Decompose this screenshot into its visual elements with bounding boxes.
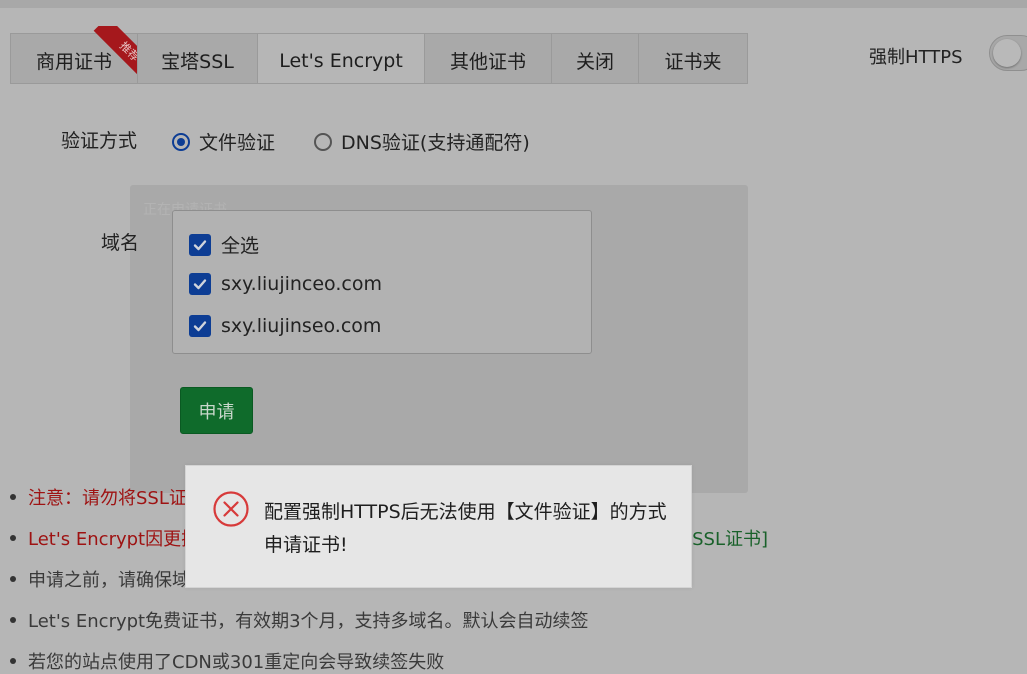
checkbox-domain-2[interactable]: sxy.liujinseo.com (189, 315, 381, 337)
force-https-toggle[interactable] (989, 35, 1027, 71)
verify-method-label: 验证方式 (61, 130, 138, 152)
tab-label: 宝塔SSL (161, 51, 234, 73)
tab-close[interactable]: 关闭 (551, 33, 638, 84)
toast-message: 配置强制HTTPS后无法使用【文件验证】的方式申请证书! (264, 501, 667, 556)
checkbox-domain-1[interactable]: sxy.liujinceo.com (189, 273, 382, 295)
radio-file-verify[interactable]: 文件验证 (172, 128, 275, 155)
tab-underline (10, 83, 748, 84)
checkbox-label: 全选 (221, 235, 260, 257)
domain-label: 域名 (101, 232, 140, 254)
checkbox-checked-icon (189, 315, 211, 337)
tab-lets-encrypt[interactable]: Let's Encrypt (257, 33, 424, 84)
tab-label: 关闭 (575, 51, 614, 73)
ssl-tab-bar: 商用证书 推荐 宝塔SSL Let's Encrypt 其他证书 关闭 证书夹 (10, 26, 748, 86)
tab-label: 其他证书 (449, 51, 526, 73)
bullet-icon (10, 617, 16, 623)
checkbox-select-all[interactable]: 全选 (189, 231, 259, 258)
radio-dns-verify[interactable]: DNS验证(支持通配符) (314, 128, 530, 155)
error-circle-icon (213, 491, 249, 527)
tab-label: Let's Encrypt (279, 50, 403, 72)
checkbox-checked-icon (189, 273, 211, 295)
list-item: 若您的站点使用了CDN或301重定向会导致续签失败 (10, 648, 444, 674)
list-item: Let's Encrypt免费证书，有效期3个月，支持多域名。默认会自动续签 (10, 607, 589, 633)
tab-commercial-cert[interactable]: 商用证书 推荐 (10, 26, 143, 86)
domain-list: 全选 sxy.liujinceo.com sxy.liujinseo.com (172, 210, 592, 354)
tab-cert-folder[interactable]: 证书夹 (638, 33, 748, 84)
toggle-knob (993, 39, 1021, 67)
bullet-icon (10, 494, 16, 500)
radio-unchecked-icon (314, 132, 332, 151)
bullet-icon (10, 535, 16, 541)
bullet-icon (10, 576, 16, 582)
apply-button[interactable]: 申请 (180, 387, 253, 434)
bullet-icon (10, 658, 16, 664)
radio-label: DNS验证(支持通配符) (341, 132, 530, 154)
error-toast: 配置强制HTTPS后无法使用【文件验证】的方式申请证书! (185, 465, 692, 588)
top-strip (0, 0, 1027, 8)
tab-other-cert[interactable]: 其他证书 (424, 33, 551, 84)
radio-label: 文件验证 (199, 132, 276, 154)
force-https-label: 强制HTTPS (869, 47, 963, 68)
checkbox-label: sxy.liujinceo.com (221, 273, 382, 295)
checkbox-checked-icon (189, 233, 211, 256)
checkbox-label: sxy.liujinseo.com (221, 315, 382, 337)
recommend-ribbon: 推荐 (83, 26, 143, 86)
tab-baota-ssl[interactable]: 宝塔SSL (137, 33, 257, 84)
radio-checked-icon (172, 132, 190, 151)
tab-label: 证书夹 (664, 51, 722, 73)
